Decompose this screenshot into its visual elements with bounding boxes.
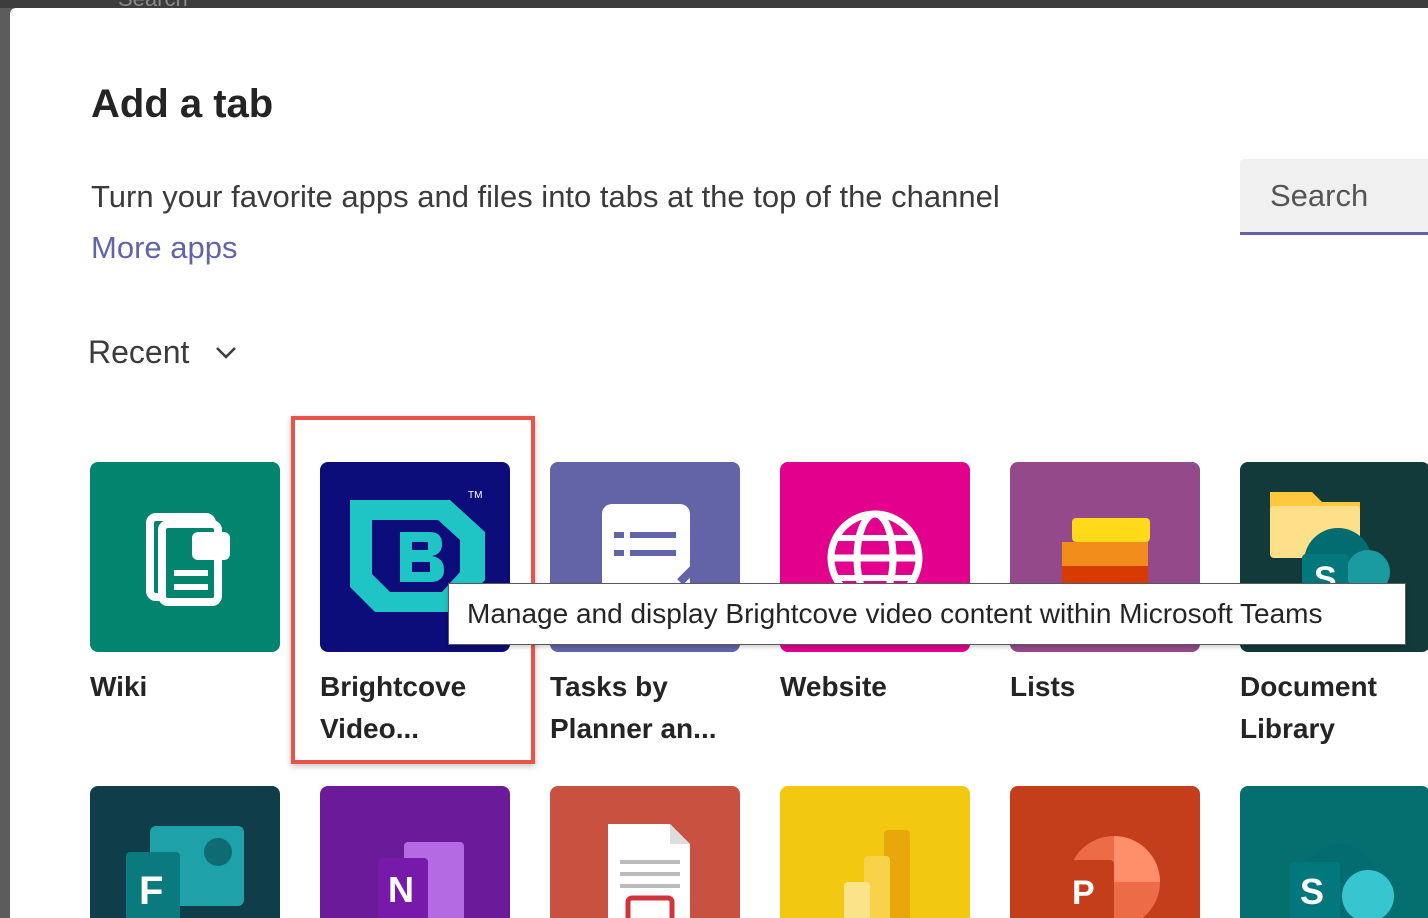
app-tile-sharepoint[interactable]: S: [1240, 786, 1428, 918]
onenote-icon: N: [320, 786, 510, 918]
app-description-tooltip: Manage and display Brightcove video cont…: [448, 583, 1406, 645]
recent-filter-label: Recent: [88, 334, 190, 370]
svg-text:N: N: [388, 869, 414, 910]
chevron-down-icon: [216, 346, 237, 359]
app-tile-powerpoint[interactable]: P: [1010, 786, 1200, 918]
app-label: Lists: [1010, 671, 1076, 702]
app-tile-powerbi[interactable]: [780, 786, 970, 918]
forms-icon: F: [90, 786, 280, 918]
teams-top-bar: Search: [0, 0, 1428, 11]
app-tile-wiki[interactable]: Wiki: [90, 462, 280, 708]
app-tile-onenote[interactable]: N: [320, 786, 510, 918]
search-input[interactable]: [1240, 159, 1428, 232]
svg-text:P: P: [1072, 874, 1095, 912]
search-field[interactable]: [1240, 159, 1428, 235]
app-label: Tasks by Planner an...: [550, 671, 717, 744]
app-label: Document Library: [1240, 671, 1377, 744]
recent-filter-dropdown[interactable]: Recent: [88, 334, 237, 371]
sharepoint-icon: S: [1240, 786, 1428, 918]
app-tile-forms[interactable]: F: [90, 786, 280, 918]
app-label: Website: [780, 671, 887, 702]
wiki-icon: [90, 462, 280, 652]
app-tile-pdf[interactable]: [550, 786, 740, 918]
add-tab-dialog: Add a tab Turn your favorite apps and fi…: [10, 8, 1428, 918]
pdf-icon: [550, 786, 740, 918]
more-apps-link[interactable]: More apps: [91, 230, 237, 266]
app-label: Wiki: [90, 671, 148, 702]
powerpoint-icon: P: [1010, 786, 1200, 918]
svg-text:F: F: [139, 869, 163, 913]
dialog-description: Turn your favorite apps and files into t…: [91, 179, 1000, 214]
dialog-title: Add a tab: [91, 82, 274, 126]
powerbi-icon: [780, 786, 970, 918]
